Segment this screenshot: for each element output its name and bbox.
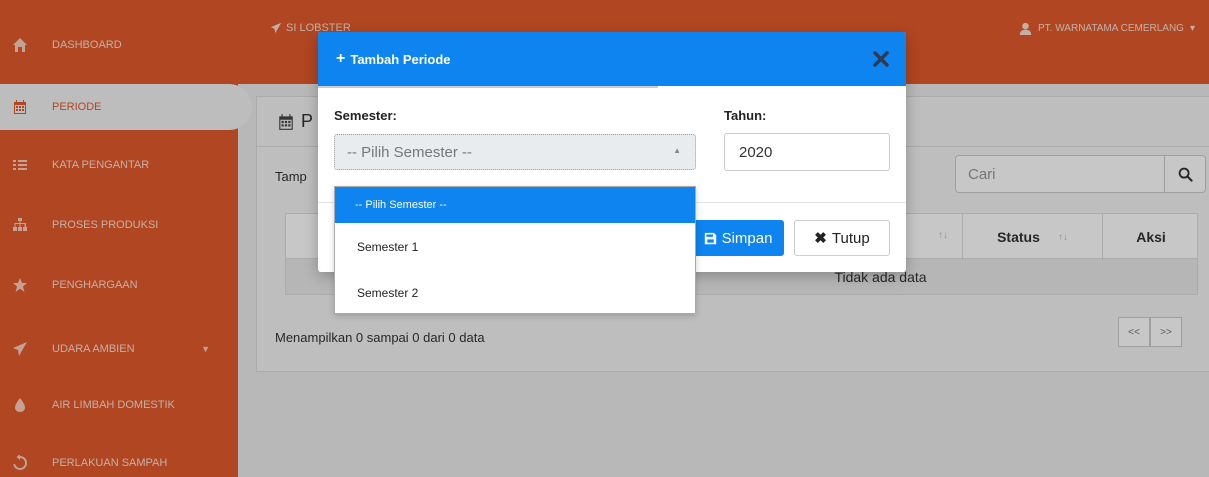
modal-header: + Tambah Periode xyxy=(318,32,906,86)
semester-select-value: -- Pilih Semester -- xyxy=(347,143,473,161)
close-modal-button[interactable] xyxy=(872,50,890,68)
save-button[interactable]: Simpan xyxy=(692,220,784,256)
semester-label: Semester: xyxy=(334,108,397,123)
semester-option[interactable]: -- Pilih Semester -- xyxy=(335,187,695,223)
close-icon xyxy=(873,51,889,67)
tutup-button[interactable]: ✖ Tutup xyxy=(794,220,890,256)
close-icon: ✖ xyxy=(814,230,827,247)
tahun-label: Tahun: xyxy=(724,108,767,123)
tahun-input[interactable]: 2020 xyxy=(724,133,890,171)
modal-title: Tambah Periode xyxy=(350,51,451,67)
chevron-up-icon: ▲ xyxy=(673,146,681,155)
semester-dropdown-list: -- Pilih Semester -- Semester 1 Semester… xyxy=(334,186,696,314)
semester-option[interactable]: Semester 1 xyxy=(335,223,695,271)
plus-icon: + xyxy=(336,50,346,67)
save-icon xyxy=(704,232,716,244)
semester-option[interactable]: Semester 2 xyxy=(335,271,695,315)
semester-select[interactable]: -- Pilih Semester -- ▲ xyxy=(334,134,696,170)
divider xyxy=(318,86,658,88)
